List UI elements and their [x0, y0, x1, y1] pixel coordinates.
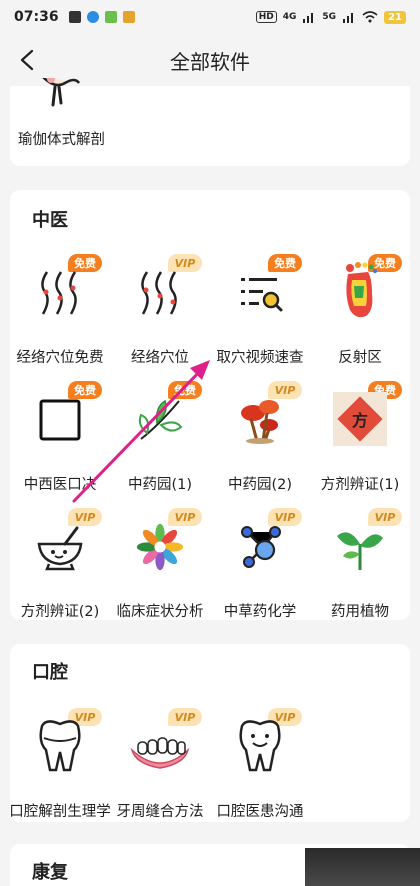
mortar-pestle-icon — [37, 526, 83, 571]
tooth-crown-icon — [39, 720, 81, 772]
app-item-label: 反射区 — [338, 350, 382, 366]
app-item[interactable]: 免费 方 方剂辨证(1) — [310, 381, 410, 515]
status-bar: 07:36 HD 4G 5G 21 — [0, 0, 420, 34]
app-item[interactable]: VIP 经络穴位 — [110, 254, 210, 388]
list-search-icon — [241, 278, 283, 312]
app-item-label: 口腔医患沟通 — [216, 804, 304, 820]
app-item[interactable]: 免费 中西医口决 — [10, 381, 110, 515]
app-item[interactable]: VIP 口腔解剖生理学 — [9, 708, 111, 842]
chevron-left-icon — [20, 49, 34, 71]
app-item[interactable]: VIP 中草药化学 — [210, 508, 310, 642]
square-icon — [39, 399, 81, 441]
section-card-tcm: 中医 免费 经络穴位免费 VIP 经络穴位 免费 取穴视频速查 免费 反射区 免… — [10, 190, 410, 620]
hd-indicator: HD — [255, 11, 277, 23]
leaf-branch-icon — [138, 399, 183, 440]
signal-icon — [303, 13, 314, 23]
back-button[interactable] — [10, 42, 46, 78]
smiling-tooth-icon — [239, 720, 281, 772]
section-card-oral: 口腔 VIP 口腔解剖生理学 VIP 牙周缝合方法 VIP 口腔医患沟通 — [9, 644, 410, 822]
section-card-previous: 瑜伽体式解剖 — [10, 78, 410, 166]
dentures-icon — [130, 737, 190, 769]
signal-icon — [343, 13, 354, 23]
app-item[interactable]: VIP 口腔医患沟通 — [210, 708, 310, 842]
app-item[interactable]: 瑜伽体式解剖 — [10, 78, 110, 198]
section-title: 口腔 — [32, 662, 68, 683]
fang-glyph: 方 — [351, 411, 368, 430]
colorful-circle-icon — [136, 523, 184, 571]
meridian-acupoint-icon — [141, 271, 177, 315]
app-notification-icon — [122, 11, 135, 23]
app-item-label: 药用植物 — [331, 604, 389, 620]
overlay-thumbnail — [305, 848, 420, 886]
fang-tile-icon: 方 — [333, 392, 387, 446]
signal-5g: 5G — [322, 12, 337, 22]
app-item[interactable]: 免费 中药园(1) — [110, 381, 210, 515]
wifi-icon — [362, 11, 378, 23]
foot-reflex-icon — [346, 262, 378, 318]
meridian-acupoint-icon — [41, 271, 77, 315]
battery-icon: 21 — [384, 10, 406, 24]
app-item[interactable]: VIP 临床症状分析 — [110, 508, 210, 642]
page-title: 全部软件 — [170, 49, 250, 74]
app-item[interactable]: VIP 方剂辨证(2) — [10, 508, 110, 642]
signal-4g: 4G — [282, 12, 297, 22]
notification-icon — [68, 11, 81, 23]
app-item[interactable]: 免费 经络穴位免费 — [10, 254, 110, 388]
yoga-icon — [42, 78, 81, 107]
section-title: 中医 — [32, 210, 68, 231]
sprout-icon — [337, 532, 383, 570]
app-item[interactable]: 免费 反射区 — [310, 254, 410, 388]
section-title: 康复 — [32, 862, 68, 883]
app-item[interactable]: VIP 中药园(2) — [210, 381, 310, 515]
app-item-label: 瑜伽体式解剖 — [18, 132, 105, 148]
app-notification-icon — [104, 11, 117, 23]
app-item[interactable]: 免费 取穴视频速查 — [210, 254, 310, 388]
mushroom-icon — [241, 400, 279, 444]
app-item-label: 方剂辨证(1) — [320, 477, 400, 493]
app-item[interactable]: VIP 药用植物 — [310, 508, 410, 642]
molecule-icon — [241, 526, 281, 568]
app-item[interactable]: VIP 牙周缝合方法 — [110, 708, 210, 842]
status-time: 07:36 — [14, 9, 59, 25]
app-notification-icon — [86, 11, 99, 23]
